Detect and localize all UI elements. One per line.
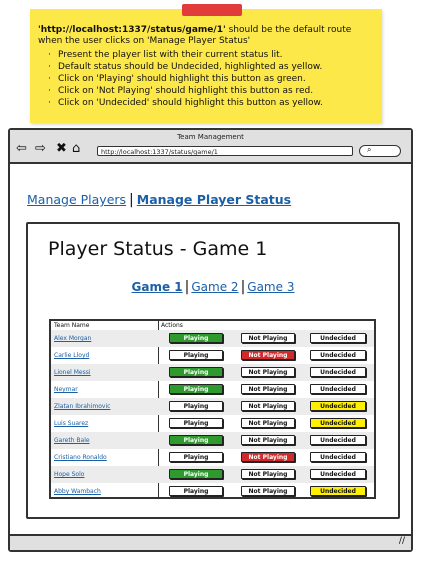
not-playing-button[interactable]: Not Playing [241, 418, 295, 428]
note-route: 'http://localhost:1337/status/game/1' [38, 25, 226, 35]
note-bullet: Default status should be Undecided, high… [48, 61, 323, 73]
undecided-button[interactable]: Undecided [310, 367, 366, 377]
player-name-link[interactable]: Zlatan Ibrahimovic [54, 403, 110, 410]
game-link-2[interactable]: Game 2 [191, 280, 238, 294]
nav-link-manage-player-status[interactable]: Manage Player Status [137, 192, 291, 207]
search-field[interactable]: ⌕ [359, 145, 401, 157]
game-tabs: Game 1 | Game 2 | Game 3 [28, 279, 398, 295]
undecided-button[interactable]: Undecided [310, 384, 366, 394]
undecided-button[interactable]: Undecided [310, 486, 366, 496]
nav-link-manage-players[interactable]: Manage Players [27, 192, 126, 207]
undecided-button[interactable]: Undecided [310, 418, 366, 428]
playing-button[interactable]: Playing [169, 333, 223, 343]
player-name-link[interactable]: Gareth Bale [54, 437, 90, 444]
table-row: Zlatan Ibrahimovic Playing Not Playing Unde… [51, 398, 374, 415]
undecided-button[interactable]: Undecided [310, 333, 366, 343]
note-bullet: Present the player list with their curre… [48, 49, 323, 61]
undecided-button[interactable]: Undecided [310, 350, 366, 360]
home-icon[interactable]: ⌂ [72, 142, 80, 155]
top-nav: Manage Players | Manage Player Status [27, 192, 291, 208]
player-name-link[interactable]: Carlie Lloyd [54, 352, 89, 359]
table-row: Cristiano Ronaldo Playing Not Playing Undec… [51, 449, 374, 466]
column-header-team-name: Team Name [54, 322, 90, 329]
player-name-link[interactable]: Luis Suarez [54, 420, 88, 427]
undecided-button[interactable]: Undecided [310, 452, 366, 462]
note-heading: 'http://localhost:1337/status/game/1' sh… [38, 25, 378, 47]
nav-separator: | [129, 192, 134, 208]
playing-button[interactable]: Playing [169, 452, 223, 462]
table-row: Abby Wambach Playing Not Playing Undecided [51, 483, 374, 500]
player-name-link[interactable]: Cristiano Ronaldo [54, 454, 107, 461]
table-row: Alex Morgan Playing Not Playing Undecided [51, 330, 374, 347]
table-row: Hope Solo Playing Not Playing Undecided [51, 466, 374, 483]
not-playing-button[interactable]: Not Playing [241, 333, 295, 343]
not-playing-button[interactable]: Not Playing [241, 486, 295, 496]
game-link-3[interactable]: Game 3 [247, 280, 294, 294]
playing-button[interactable]: Playing [169, 367, 223, 377]
back-icon[interactable]: ⇦ [16, 142, 27, 155]
note-bullet: Click on 'Playing' should highlight this… [48, 73, 323, 85]
url-bar[interactable]: http://localhost:1337/status/game/1 [97, 146, 353, 156]
not-playing-button[interactable]: Not Playing [241, 435, 295, 445]
note-tape [182, 4, 242, 16]
player-table: Team Name Actions Alex Morgan Playing Not … [49, 319, 376, 499]
player-name-link[interactable]: Neymar [54, 386, 78, 393]
search-icon: ⌕ [367, 145, 372, 154]
not-playing-button[interactable]: Not Playing [241, 401, 295, 411]
note-bullet: Click on 'Undecided' should highlight th… [48, 97, 323, 109]
not-playing-button[interactable]: Not Playing [241, 452, 295, 462]
not-playing-button[interactable]: Not Playing [241, 367, 295, 377]
not-playing-button[interactable]: Not Playing [241, 384, 295, 394]
undecided-button[interactable]: Undecided [310, 469, 366, 479]
game-separator: | [240, 279, 246, 295]
playing-button[interactable]: Playing [169, 435, 223, 445]
resize-grip-icon[interactable]: ∕∕ [399, 536, 405, 546]
table-row: Carlie Lloyd Playing Not Playing Undecided [51, 347, 374, 364]
playing-button[interactable]: Playing [169, 418, 223, 428]
sticky-note: 'http://localhost:1337/status/game/1' sh… [30, 4, 382, 123]
table-row: Luis Suarez Playing Not Playing Undecided [51, 415, 374, 432]
table-row: Neymar Playing Not Playing Undecided [51, 381, 374, 398]
browser-titlebar: Team Management ⇦ ⇨ ✖ ⌂ http://localhost… [10, 130, 411, 164]
undecided-button[interactable]: Undecided [310, 401, 366, 411]
column-header-actions: Actions [161, 322, 183, 329]
player-name-link[interactable]: Alex Morgan [54, 335, 91, 342]
playing-button[interactable]: Playing [169, 469, 223, 479]
playing-button[interactable]: Playing [169, 384, 223, 394]
table-row: Lionel Messi Playing Not Playing Undecided [51, 364, 374, 381]
browser-window: Team Management ⇦ ⇨ ✖ ⌂ http://localhost… [8, 128, 413, 552]
close-icon[interactable]: ✖ [56, 142, 67, 155]
window-title: Team Management [177, 133, 244, 141]
player-name-link[interactable]: Abby Wambach [54, 488, 101, 495]
note-bullets: Present the player list with their curre… [48, 49, 323, 109]
undecided-button[interactable]: Undecided [310, 435, 366, 445]
not-playing-button[interactable]: Not Playing [241, 469, 295, 479]
player-name-link[interactable]: Hope Solo [54, 471, 84, 478]
playing-button[interactable]: Playing [169, 401, 223, 411]
not-playing-button[interactable]: Not Playing [241, 350, 295, 360]
game-link-1[interactable]: Game 1 [132, 280, 183, 294]
table-row: Gareth Bale Playing Not Playing Undecided [51, 432, 374, 449]
player-status-panel: Player Status - Game 1 Game 1 | Game 2 | Gam… [26, 222, 400, 519]
playing-button[interactable]: Playing [169, 486, 223, 496]
browser-statusbar: ∕∕ [10, 534, 411, 550]
player-name-link[interactable]: Lionel Messi [54, 369, 91, 376]
playing-button[interactable]: Playing [169, 350, 223, 360]
page-title: Player Status - Game 1 [48, 238, 268, 260]
forward-icon[interactable]: ⇨ [35, 142, 46, 155]
note-bullet: Click on 'Not Playing' should highlight … [48, 85, 323, 97]
